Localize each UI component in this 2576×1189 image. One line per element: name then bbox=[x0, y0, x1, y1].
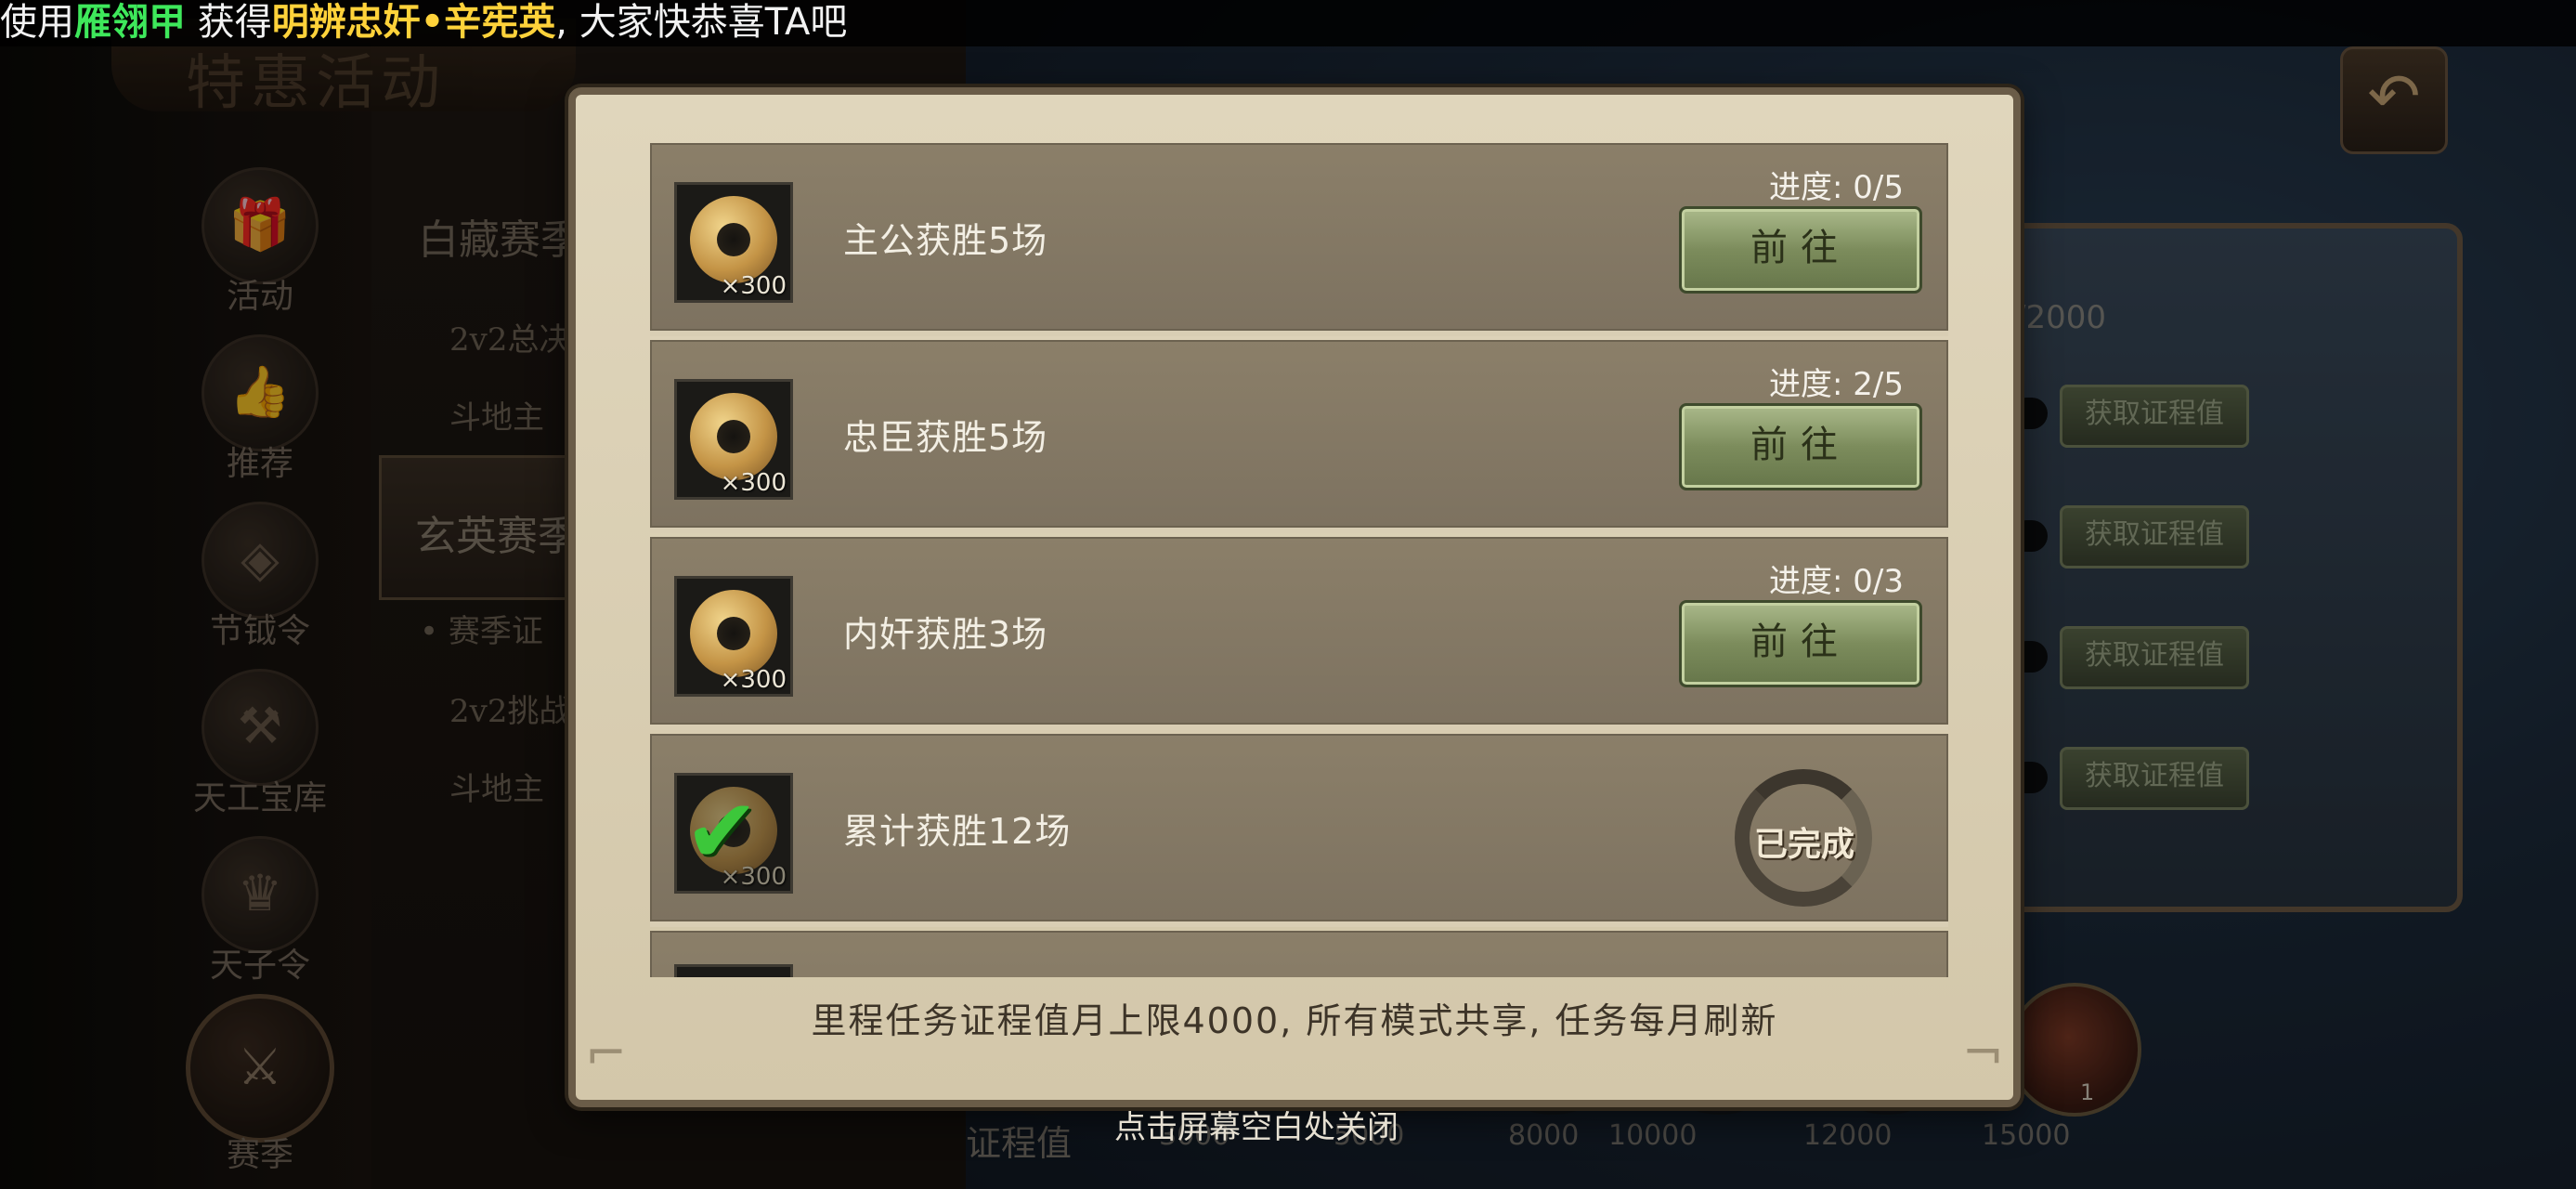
reward-quantity: ×300 bbox=[720, 863, 787, 891]
marquee-verb: 获得 bbox=[197, 1, 272, 44]
reward-slot[interactable]: ×300 bbox=[674, 182, 793, 303]
task-row: ×300 主公获胜5场 进度: 0/5 前往 bbox=[650, 143, 1948, 336]
reward-slot[interactable]: ×300 bbox=[674, 379, 793, 500]
task-name: 累计获胜12场 bbox=[843, 811, 1072, 852]
coin-icon bbox=[690, 393, 777, 480]
dialog-footer-note: 里程任务证程值月上限4000, 所有模式共享, 任务每月刷新 bbox=[811, 1000, 1778, 1041]
task-row: ✔ ×300 累计获胜12场 已完成 bbox=[650, 734, 1948, 927]
task-name: 主公获胜5场 bbox=[843, 220, 1048, 261]
task-row bbox=[650, 931, 1948, 977]
reward-slot[interactable]: ✔ ×300 bbox=[674, 773, 793, 894]
marquee-item: 雁翎甲 bbox=[74, 1, 186, 44]
close-hint[interactable]: 点击屏幕空白处关闭 bbox=[1114, 1102, 1399, 1147]
task-progress: 进度: 2/5 bbox=[1769, 366, 1904, 403]
reward-quantity: ×300 bbox=[720, 666, 787, 694]
task-row: ×300 内奸获胜3场 进度: 0/3 前往 bbox=[650, 537, 1948, 730]
completed-label: 已完成 bbox=[1753, 825, 1854, 864]
coin-icon bbox=[690, 196, 777, 283]
reward-quantity: ×300 bbox=[720, 272, 787, 300]
marquee-skin: 明辨忠奸•辛宪英 bbox=[271, 1, 556, 44]
coin-icon bbox=[690, 590, 777, 677]
milestone-task-dialog: ⌐ ¬ ×300 主公获胜5场 进度: 0/5 前往 ×300 忠臣获胜5场 进… bbox=[568, 87, 2021, 1107]
goto-button[interactable]: 前往 bbox=[1679, 600, 1922, 687]
broadcast-marquee: 使用雁翎甲 获得明辨忠奸•辛宪英, 大家快恭喜TA吧 bbox=[0, 0, 2576, 46]
task-progress: 进度: 0/5 bbox=[1769, 169, 1904, 206]
reward-slot[interactable] bbox=[674, 964, 793, 977]
goto-button[interactable]: 前往 bbox=[1679, 403, 1922, 490]
marquee-suffix: , 大家快恭喜TA吧 bbox=[555, 1, 848, 44]
marquee-prefix: 使用 bbox=[0, 1, 74, 44]
reward-slot[interactable]: ×300 bbox=[674, 576, 793, 697]
task-list[interactable]: ×300 主公获胜5场 进度: 0/5 前往 ×300 忠臣获胜5场 进度: 2… bbox=[650, 143, 1948, 977]
goto-button[interactable]: 前往 bbox=[1679, 206, 1922, 294]
task-row: ×300 忠臣获胜5场 进度: 2/5 前往 bbox=[650, 340, 1948, 533]
task-name: 忠臣获胜5场 bbox=[843, 417, 1048, 458]
task-progress: 进度: 0/3 bbox=[1769, 563, 1904, 600]
task-name: 内奸获胜3场 bbox=[843, 614, 1048, 655]
reward-quantity: ×300 bbox=[720, 469, 787, 497]
